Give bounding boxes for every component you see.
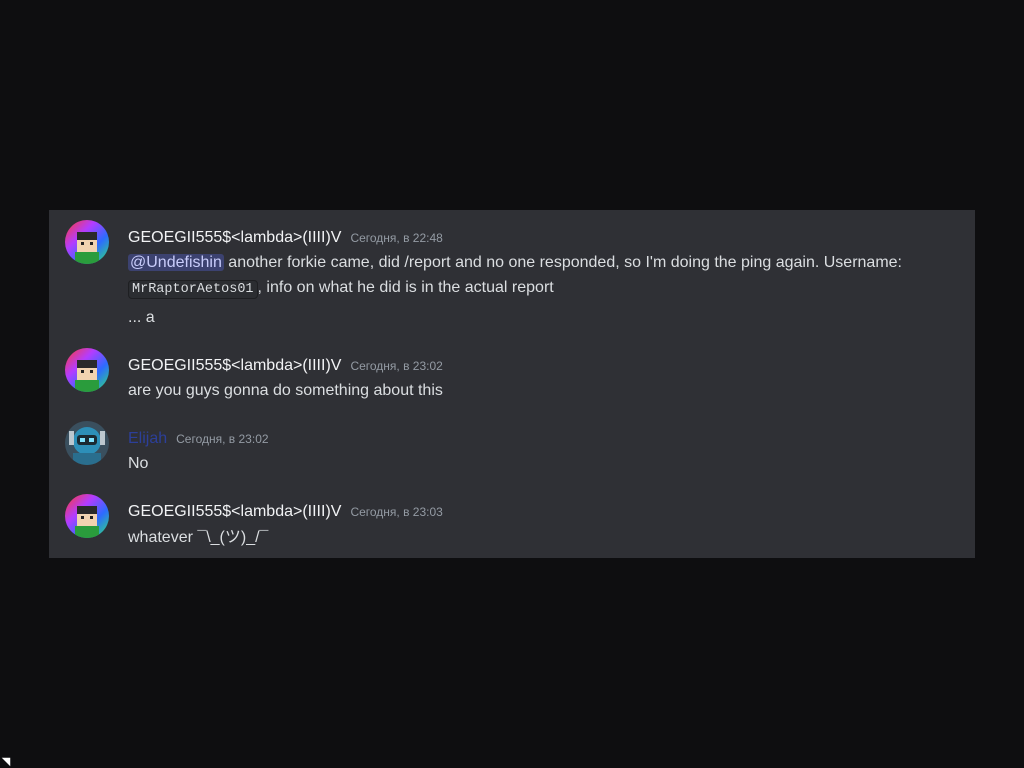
- message-text: No: [128, 455, 149, 472]
- username[interactable]: GEOEGII555$<lambda>(IIII)V: [128, 229, 341, 247]
- message-3[interactable]: Elijah Сегодня, в 23:02 No: [49, 419, 975, 475]
- mouse-cursor-icon: [1, 753, 15, 767]
- username[interactable]: Elijah: [128, 430, 167, 448]
- username[interactable]: GEOEGII555$<lambda>(IIII)V: [128, 357, 341, 375]
- message-header: GEOEGII555$<lambda>(IIII)V Сегодня, в 22…: [128, 229, 443, 247]
- user-mention[interactable]: @Undefishin: [128, 254, 224, 271]
- robot-blue-avatar: [65, 421, 109, 465]
- message-header: Elijah Сегодня, в 23:02: [128, 430, 269, 448]
- message-text-segment: another forkie came, did /report and no …: [223, 254, 902, 271]
- message-text-segment: , info on what he did is in the actual r…: [257, 279, 554, 296]
- timestamp[interactable]: Сегодня, в 23:03: [350, 505, 442, 519]
- pixel-face-rainbow-avatar: [65, 220, 109, 264]
- message-header: GEOEGII555$<lambda>(IIII)V Сегодня, в 23…: [128, 357, 443, 375]
- pixel-face-rainbow-avatar: [65, 348, 109, 392]
- avatar[interactable]: [65, 348, 109, 392]
- avatar[interactable]: [65, 220, 109, 264]
- timestamp[interactable]: Сегодня, в 23:02: [176, 432, 268, 446]
- message-header: GEOEGII555$<lambda>(IIII)V Сегодня, в 23…: [128, 503, 443, 521]
- message-text-extra: ... a: [128, 309, 155, 326]
- message-text: whatever ¯\_(ツ)_/¯: [128, 529, 269, 546]
- message-2[interactable]: GEOEGII555$<lambda>(IIII)V Сегодня, в 23…: [49, 346, 975, 402]
- username[interactable]: GEOEGII555$<lambda>(IIII)V: [128, 503, 341, 521]
- message-text-line-2: MrRaptorAetos01, info on what he did is …: [128, 276, 957, 302]
- message-4[interactable]: GEOEGII555$<lambda>(IIII)V Сегодня, в 23…: [49, 492, 975, 548]
- avatar[interactable]: [65, 421, 109, 465]
- timestamp[interactable]: Сегодня, в 23:02: [350, 359, 442, 373]
- chat-panel: GEOEGII555$<lambda>(IIII)V Сегодня, в 22…: [49, 210, 975, 558]
- timestamp[interactable]: Сегодня, в 22:48: [350, 231, 442, 245]
- message-text: are you guys gonna do something about th…: [128, 382, 443, 399]
- inline-code: MrRaptorAetos01: [128, 280, 258, 299]
- pixel-face-rainbow-avatar: [65, 494, 109, 538]
- message-text: @Undefishin another forkie came, did /re…: [128, 251, 957, 275]
- avatar[interactable]: [65, 494, 109, 538]
- message-1[interactable]: GEOEGII555$<lambda>(IIII)V Сегодня, в 22…: [49, 218, 975, 328]
